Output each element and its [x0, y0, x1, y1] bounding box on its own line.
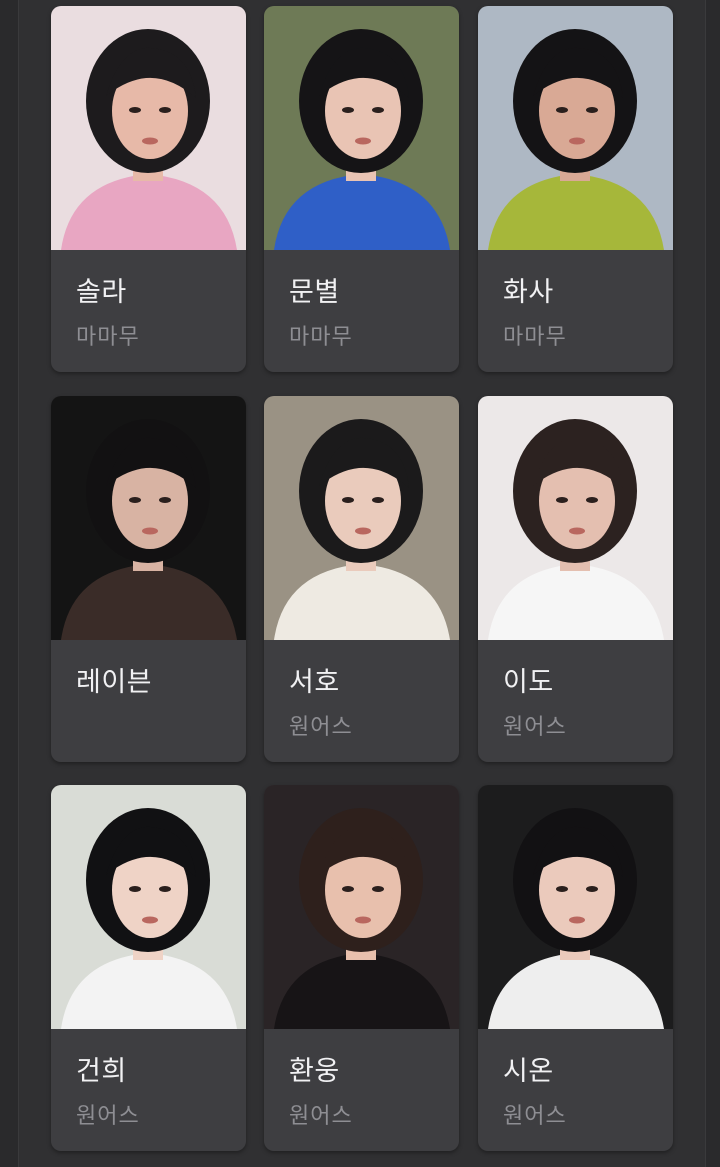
member-card[interactable]: 건희 원어스 [51, 785, 246, 1151]
member-photo [478, 785, 673, 1029]
member-name: 환웅 [289, 1056, 340, 1087]
member-photo [264, 785, 459, 1029]
member-photo [478, 396, 673, 640]
member-name: 문별 [289, 277, 340, 308]
portrait-white-collar-dark [478, 785, 673, 1029]
member-group: 원어스 [289, 1104, 353, 1129]
member-photo [51, 6, 246, 250]
portrait-white-knit-sweater [264, 396, 459, 640]
member-group: 원어스 [503, 715, 567, 740]
portrait-lime-turtleneck-fence [478, 6, 673, 250]
member-card[interactable]: 이도 원어스 [478, 396, 673, 762]
member-name: 서호 [289, 667, 340, 698]
member-name: 시온 [503, 1056, 554, 1087]
member-card[interactable]: 화사 마마무 [478, 6, 673, 372]
member-group: 원어스 [503, 1104, 567, 1129]
member-name: 솔라 [76, 277, 127, 308]
member-card[interactable]: 시온 원어스 [478, 785, 673, 1151]
member-name: 이도 [503, 667, 554, 698]
member-card[interactable]: 레이븐 [51, 396, 246, 762]
member-group: 원어스 [289, 715, 353, 740]
member-group: 원어스 [76, 1104, 140, 1129]
portrait-dark-background [51, 396, 246, 640]
member-photo [264, 396, 459, 640]
member-card[interactable]: 솔라 마마무 [51, 6, 246, 372]
member-name: 건희 [76, 1056, 127, 1087]
member-card[interactable]: 환웅 원어스 [264, 785, 459, 1151]
portrait-white-tshirt-light [478, 396, 673, 640]
member-card[interactable]: 문별 마마무 [264, 6, 459, 372]
portrait-black-shirt-hand [264, 785, 459, 1029]
screen: 솔라 마마무 문별 마마무 화사 마마무 레이븐 서호 원어스 이도 원어스 건… [0, 0, 720, 1167]
member-group: 마마무 [76, 325, 140, 350]
member-group: 마마무 [503, 325, 567, 350]
member-photo [51, 396, 246, 640]
member-name: 화사 [503, 277, 554, 308]
member-card[interactable]: 서호 원어스 [264, 396, 459, 762]
portrait-white-shirt-bright [51, 785, 246, 1029]
member-photo [478, 6, 673, 250]
member-photo [51, 785, 246, 1029]
member-group: 마마무 [289, 325, 353, 350]
member-photo [264, 6, 459, 250]
member-grid: 솔라 마마무 문별 마마무 화사 마마무 레이븐 서호 원어스 이도 원어스 건… [51, 6, 673, 1156]
portrait-pink-bucket-hat [51, 6, 246, 250]
member-name: 레이븐 [76, 667, 153, 698]
portrait-headband-blue-jacket [264, 6, 459, 250]
